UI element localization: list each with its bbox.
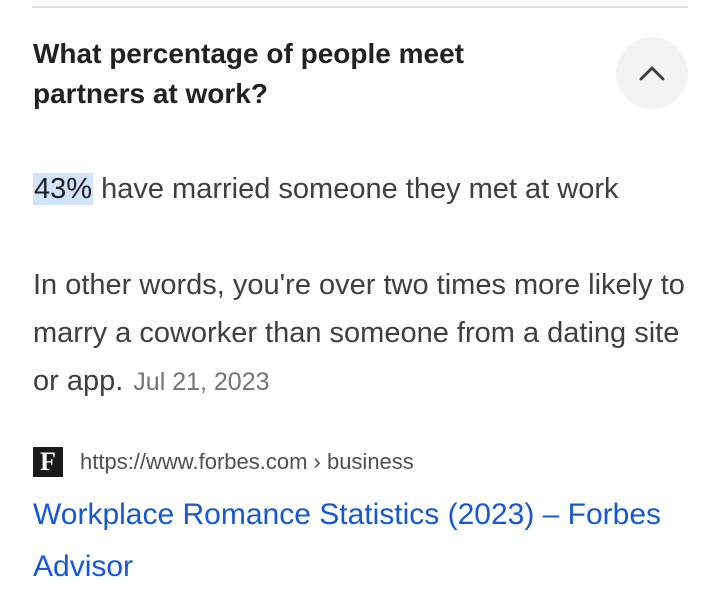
question-heading: What percentage of people meet partners …: [33, 38, 464, 109]
chevron-up-icon: [639, 66, 665, 81]
result-title-text: Workplace Romance Statistics (2023) – Fo…: [33, 498, 662, 583]
source-url[interactable]: https://www.forbes.com › business: [80, 449, 414, 475]
collapse-button[interactable]: [616, 37, 688, 109]
answer-detail: In other words, you're over two times mo…: [33, 261, 693, 406]
answer-text: have married someone they met at work: [93, 173, 619, 205]
forbes-favicon-icon: F: [33, 447, 63, 477]
featured-answer: 43% have married someone they met at wor…: [33, 167, 619, 211]
source-row[interactable]: F https://www.forbes.com › business: [33, 446, 414, 478]
top-divider: [32, 6, 688, 8]
answer-highlight: 43%: [33, 173, 94, 205]
result-title-link[interactable]: Workplace Romance Statistics (2023) – Fo…: [33, 489, 673, 593]
publish-date: Jul 21, 2023: [133, 368, 270, 396]
detail-text: In other words, you're over two times mo…: [33, 269, 685, 397]
